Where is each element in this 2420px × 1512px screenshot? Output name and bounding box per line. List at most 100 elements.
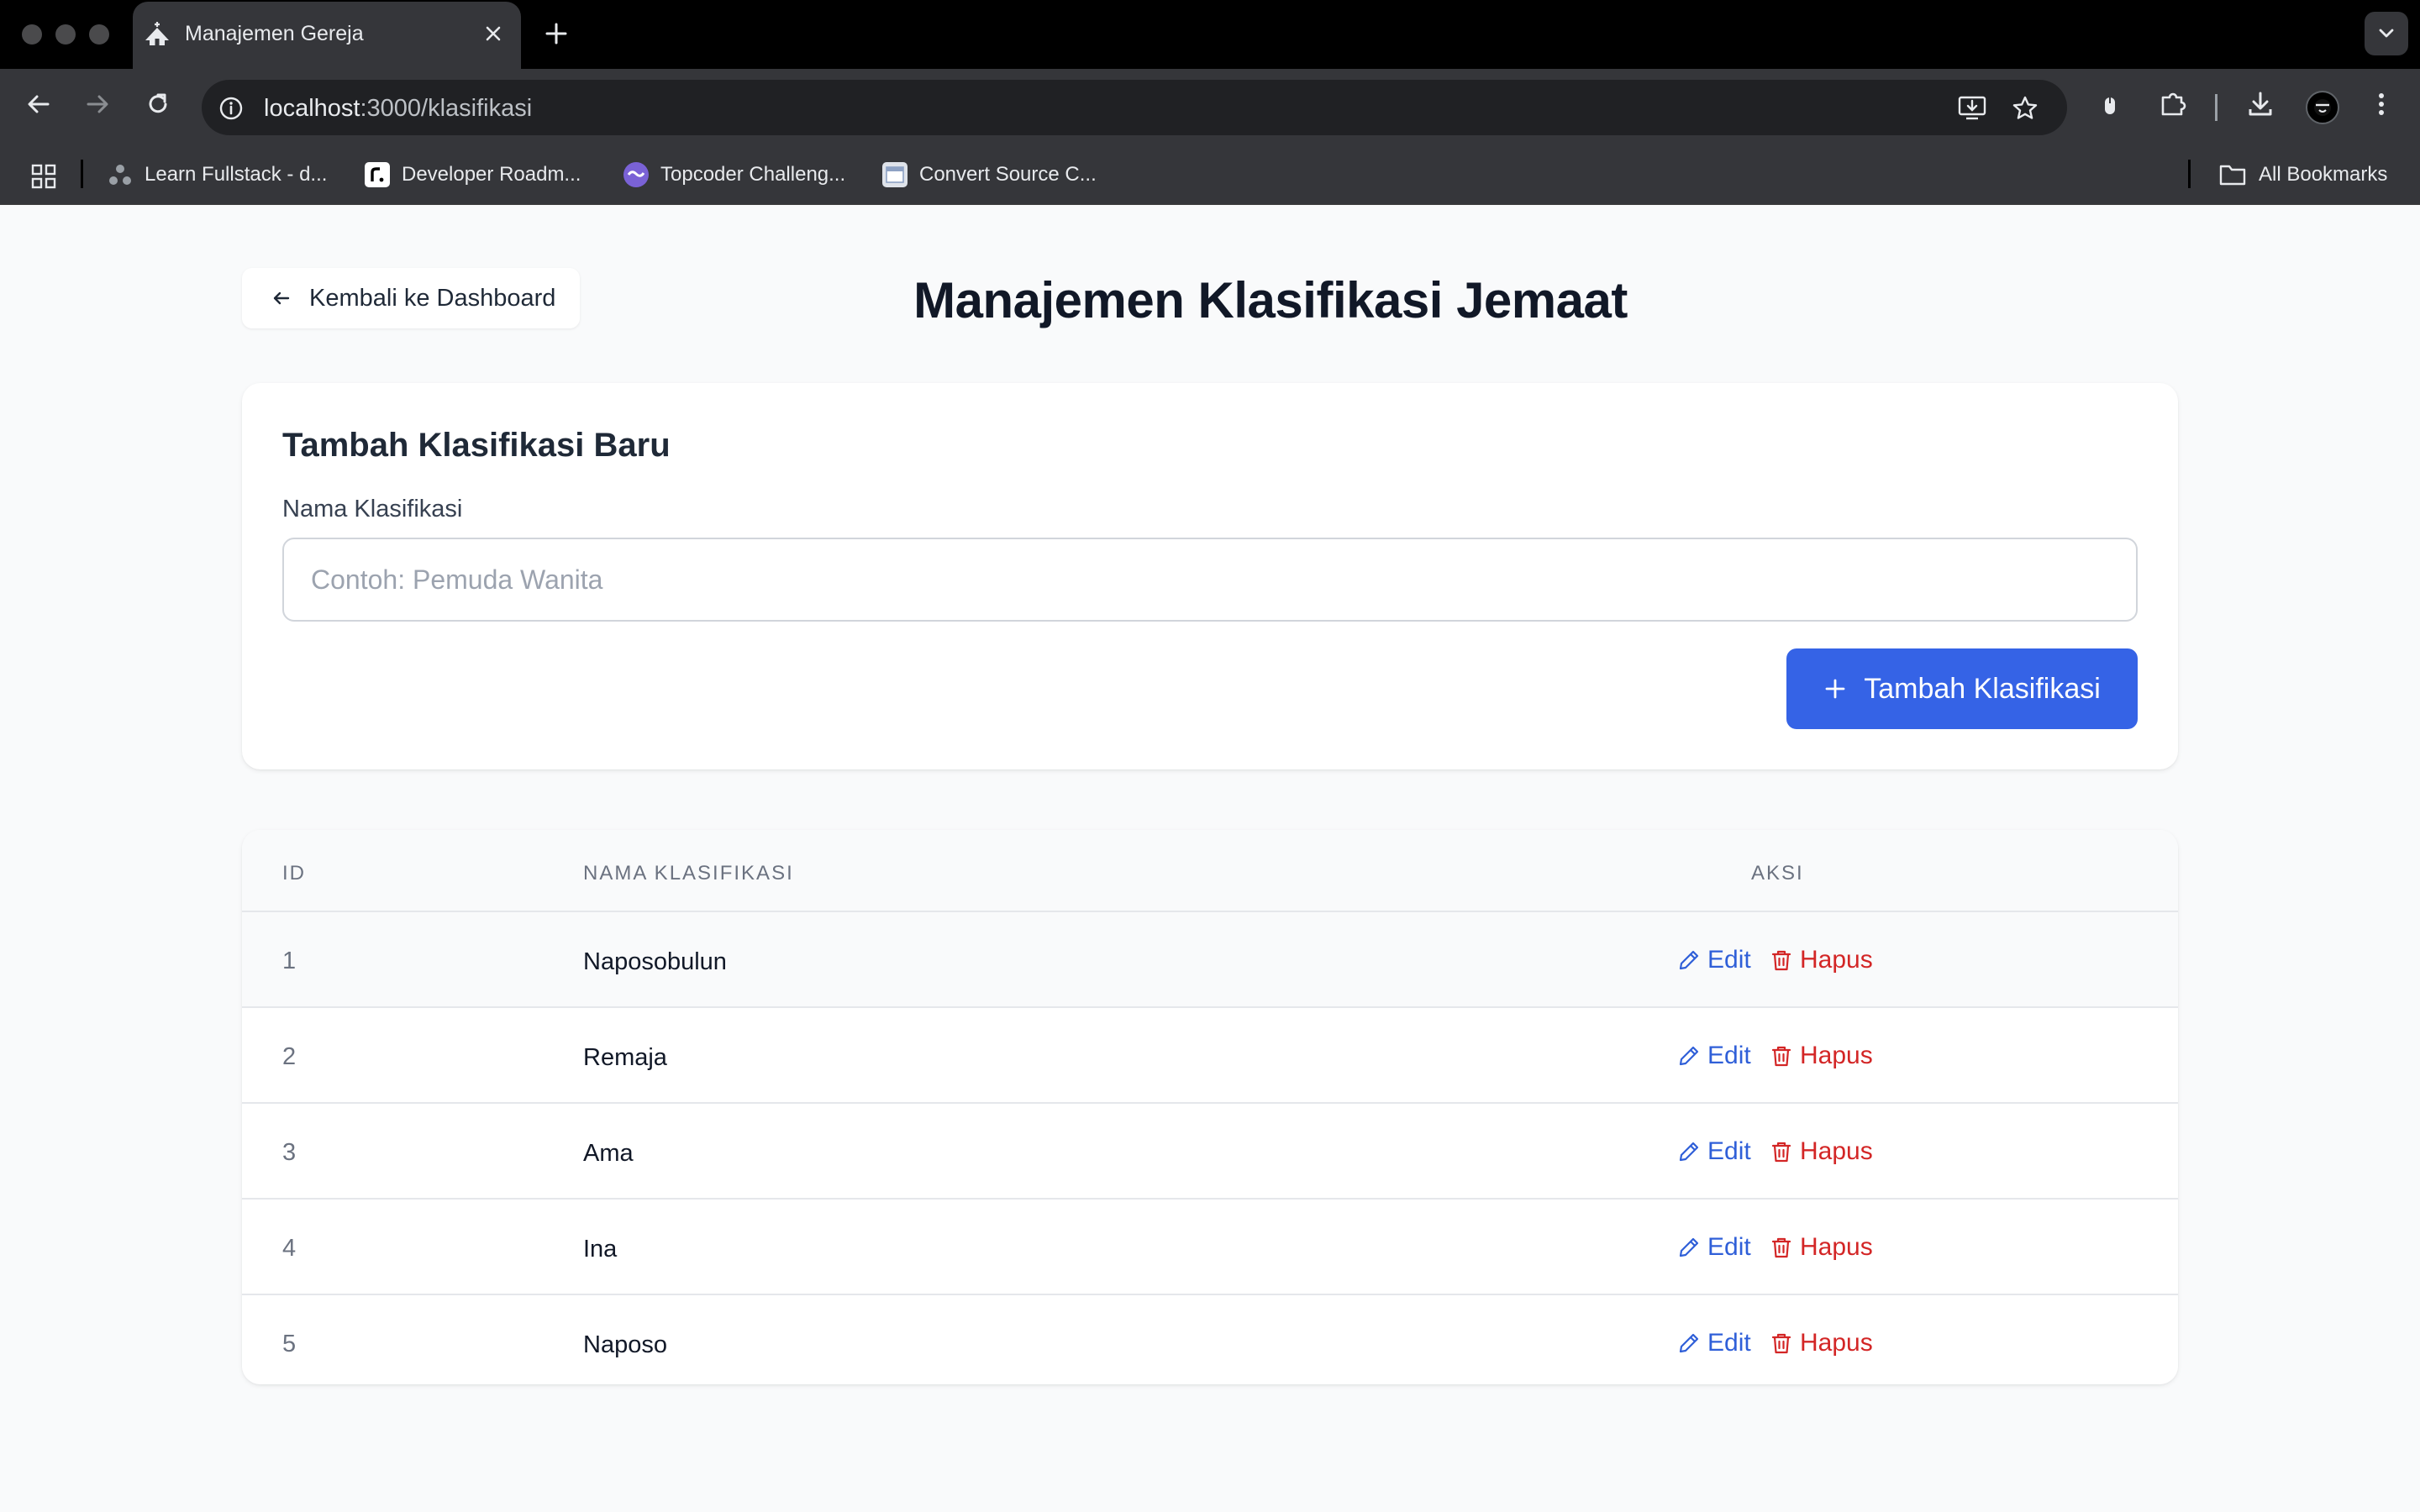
trash-icon [1770, 1331, 1793, 1355]
bookmark-label: Learn Fullstack - d... [145, 163, 328, 186]
url-path: :3000/klasifikasi [360, 95, 533, 122]
bookmark-label: Convert Source C... [919, 163, 1097, 186]
page-content: Kembali ke Dashboard Manajemen Klasifika… [0, 205, 2420, 1512]
delete-button[interactable]: Hapus [1770, 1329, 1873, 1357]
table-row: 5 Naposo Edit Hapus [242, 1295, 2178, 1384]
tab-close-icon[interactable] [482, 23, 504, 45]
column-header-name: NAMA KLASIFIKASI [583, 862, 794, 885]
delete-label: Hapus [1800, 1233, 1873, 1261]
pencil-icon [1677, 948, 1701, 972]
address-url: localhost:3000/klasifikasi [264, 95, 532, 123]
bookmark-item[interactable]: Developer Roadm... [365, 158, 581, 192]
downloads-icon[interactable] [2245, 89, 2275, 119]
profile-avatar[interactable] [2306, 91, 2339, 124]
add-classification-card: Tambah Klasifikasi Baru Nama Klasifikasi… [242, 383, 2178, 769]
delete-button[interactable]: Hapus [1770, 1042, 1873, 1070]
extensions-puzzle-icon[interactable] [2158, 89, 2188, 119]
edit-label: Edit [1707, 1233, 1751, 1261]
topcoder-favicon-icon [623, 162, 649, 187]
chevron-down-icon [2379, 29, 2394, 38]
pencil-icon [1677, 1140, 1701, 1163]
install-app-icon[interactable] [1958, 95, 1986, 120]
reload-icon[interactable] [143, 89, 173, 119]
edit-button[interactable]: Edit [1677, 946, 1751, 974]
delete-label: Hapus [1800, 1042, 1873, 1069]
row-id: 1 [282, 948, 297, 974]
bookmark-item[interactable]: Convert Source C... [882, 158, 1097, 192]
edit-button[interactable]: Edit [1677, 1329, 1751, 1357]
delete-button[interactable]: Hapus [1770, 1137, 1873, 1166]
tab-title: Manajemen Gereja [185, 22, 364, 45]
bookmark-label: Developer Roadm... [402, 163, 581, 186]
bookmark-star-icon[interactable] [2012, 95, 2039, 122]
toolbar-divider [2215, 94, 2217, 121]
row-name: Ina [583, 1236, 618, 1263]
page-favicon-icon [882, 162, 908, 187]
pencil-icon [1677, 1331, 1701, 1355]
browser-menu-kebab-icon[interactable] [2373, 89, 2390, 119]
column-header-id: ID [282, 862, 306, 885]
bookmarks-divider [2188, 160, 2191, 188]
add-classification-button[interactable]: Tambah Klasifikasi [1786, 648, 2138, 729]
form-title: Tambah Klasifikasi Baru [282, 427, 671, 464]
row-id: 4 [282, 1235, 297, 1262]
row-name: Ama [583, 1140, 634, 1167]
bookmark-item[interactable]: Topcoder Challeng... [623, 158, 845, 192]
classification-table: ID NAMA KLASIFIKASI AKSI 1 Naposobulun E… [242, 830, 2178, 1384]
row-id: 2 [282, 1043, 297, 1070]
edit-button[interactable]: Edit [1677, 1137, 1751, 1166]
classification-name-label: Nama Klasifikasi [282, 496, 463, 522]
site-info-icon[interactable] [218, 96, 244, 121]
row-id: 5 [282, 1331, 297, 1357]
address-bar[interactable]: localhost:3000/klasifikasi [202, 80, 2067, 135]
profile-face-icon [2314, 99, 2331, 116]
bookmarks-bar: Learn Fullstack - d... Developer Roadm..… [0, 144, 2420, 205]
pencil-icon [1677, 1236, 1701, 1259]
extension-mouse-icon[interactable] [2099, 92, 2121, 119]
folder-icon [2218, 163, 2247, 186]
delete-label: Hapus [1800, 946, 1873, 974]
bookmarks-divider [81, 160, 83, 188]
browser-toolbar: localhost:3000/klasifikasi [0, 69, 2420, 144]
all-bookmarks-label: All Bookmarks [2259, 163, 2388, 186]
row-name: Naposo [583, 1331, 667, 1358]
plus-icon [1823, 677, 1847, 701]
delete-label: Hapus [1800, 1137, 1873, 1165]
delete-label: Hapus [1800, 1329, 1873, 1357]
window-close-dot[interactable] [22, 24, 42, 45]
tab-search-button[interactable] [2365, 12, 2408, 55]
edit-label: Edit [1707, 946, 1751, 974]
trash-icon [1770, 1044, 1793, 1068]
back-arrow-icon[interactable] [24, 89, 54, 119]
tab-strip: Manajemen Gereja [0, 0, 2420, 69]
delete-button[interactable]: Hapus [1770, 946, 1873, 974]
roadmap-favicon-icon [365, 162, 390, 187]
apps-grid-icon[interactable] [30, 163, 57, 190]
edit-label: Edit [1707, 1329, 1751, 1357]
new-tab-icon[interactable] [543, 20, 570, 47]
table-header: ID NAMA KLASIFIKASI AKSI [242, 830, 2178, 912]
table-row: 4 Ina Edit Hapus [242, 1200, 2178, 1295]
add-classification-label: Tambah Klasifikasi [1864, 672, 2101, 705]
table-row: 1 Naposobulun Edit Hapus [242, 912, 2178, 1008]
trash-icon [1770, 1140, 1793, 1163]
forward-arrow-icon[interactable] [82, 89, 113, 119]
edit-button[interactable]: Edit [1677, 1042, 1751, 1070]
table-row: 2 Remaja Edit Hapus [242, 1008, 2178, 1104]
edit-label: Edit [1707, 1137, 1751, 1165]
bookmark-item[interactable]: Learn Fullstack - d... [108, 158, 327, 192]
page-title: Manajemen Klasifikasi Jemaat [913, 272, 1628, 328]
table-row: 3 Ama Edit Hapus [242, 1104, 2178, 1200]
edit-button[interactable]: Edit [1677, 1233, 1751, 1262]
delete-button[interactable]: Hapus [1770, 1233, 1873, 1262]
row-id: 3 [282, 1139, 297, 1166]
classification-name-input[interactable] [282, 538, 2138, 622]
column-header-actions: AKSI [1751, 862, 1804, 885]
window-minimize-dot[interactable] [55, 24, 76, 45]
trash-icon [1770, 948, 1793, 972]
pencil-icon [1677, 1044, 1701, 1068]
bookmark-label: Topcoder Challeng... [660, 163, 846, 186]
all-bookmarks-button[interactable]: All Bookmarks [2218, 158, 2387, 192]
row-name: Naposobulun [583, 948, 727, 975]
window-zoom-dot[interactable] [89, 24, 109, 45]
